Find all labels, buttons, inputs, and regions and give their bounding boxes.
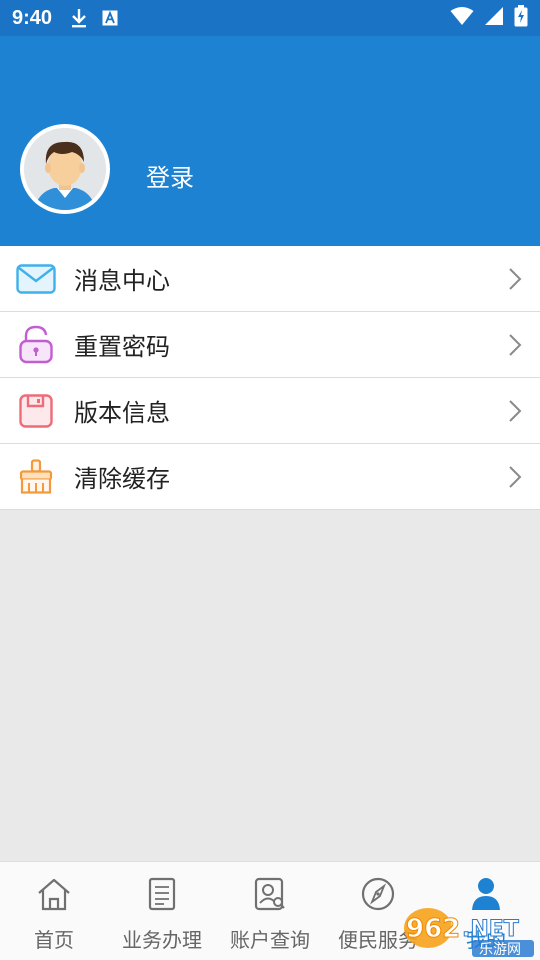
svg-text:乐游网: 乐游网 [479, 942, 521, 958]
a-icon [102, 10, 118, 26]
chevron-right-icon [508, 465, 522, 493]
chevron-right-icon [508, 399, 522, 427]
user-avatar-icon [24, 128, 106, 210]
menu-item-clear-cache[interactable]: 清除缓存 [0, 444, 540, 510]
chevron-right-icon [508, 267, 522, 295]
compass-icon [360, 876, 396, 912]
menu-item-label: 版本信息 [74, 399, 170, 427]
wifi-icon [450, 6, 474, 30]
profile-header: 登录 [0, 36, 540, 246]
nav-item-account-query[interactable]: 账户查询 [216, 862, 324, 960]
menu-item-version-info[interactable]: 版本信息 [0, 378, 540, 444]
home-icon [36, 876, 72, 912]
menu-item-label: 清除缓存 [74, 465, 170, 493]
nav-label: 首页 [34, 928, 74, 952]
menu-item-label: 消息中心 [74, 267, 170, 295]
svg-text:962: 962 [406, 914, 460, 944]
nav-item-home[interactable]: 首页 [0, 862, 108, 960]
menu-list: 消息中心 重置密码 版本信息 清除缓存 [0, 246, 540, 510]
chevron-right-icon [508, 333, 522, 361]
nav-label: 账户查询 [230, 928, 310, 952]
watermark-logo: 962 .NET 乐游网 [402, 906, 536, 958]
battery-icon [514, 5, 528, 31]
save-icon [16, 391, 56, 431]
unlock-icon [16, 325, 56, 365]
download-icon [70, 8, 88, 28]
avatar[interactable] [20, 124, 110, 214]
menu-item-message-center[interactable]: 消息中心 [0, 246, 540, 312]
login-link[interactable]: 登录 [146, 158, 194, 193]
signal-icon [484, 6, 504, 30]
envelope-icon [16, 259, 56, 299]
svg-text:.NET: .NET [462, 917, 519, 942]
account-search-icon [252, 876, 288, 912]
status-time: 9:40 [12, 6, 53, 29]
nav-label: 业务办理 [122, 928, 202, 952]
brush-icon [16, 457, 56, 497]
menu-item-reset-password[interactable]: 重置密码 [0, 312, 540, 378]
document-icon [144, 876, 180, 912]
menu-item-label: 重置密码 [74, 333, 170, 361]
status-bar: 9:40 [0, 0, 540, 36]
nav-item-business[interactable]: 业务办理 [108, 862, 216, 960]
